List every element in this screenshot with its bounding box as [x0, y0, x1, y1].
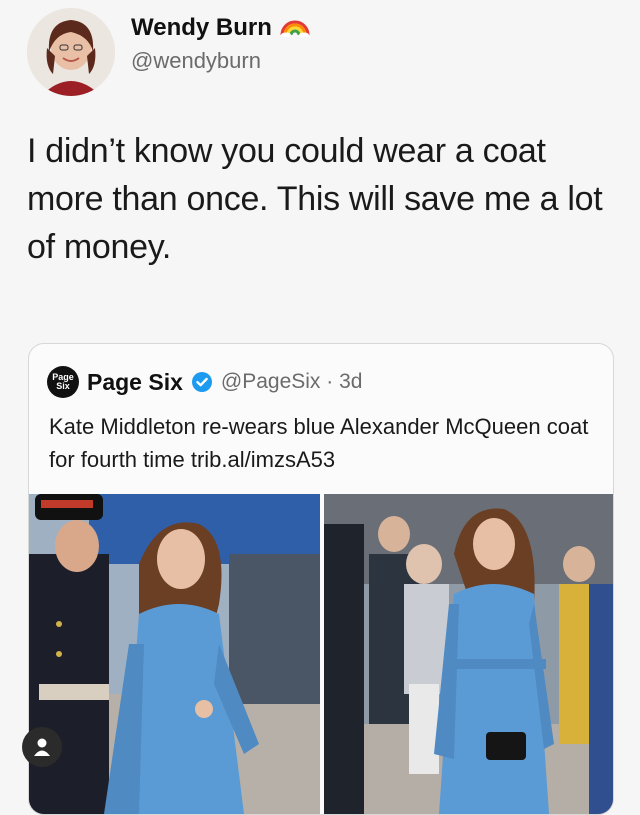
author-name[interactable]: Wendy Burn	[131, 14, 272, 42]
tweet-text: I didn’t know you could wear a coat more…	[27, 132, 603, 266]
quoted-tweet-text: Kate Middleton re-wears blue Alexander M…	[49, 414, 589, 472]
rainbow-emoji	[280, 15, 310, 42]
quoted-tweet-media[interactable]	[29, 494, 613, 814]
logo-text-line2: Six	[56, 381, 70, 391]
photo-right[interactable]	[324, 494, 613, 814]
verified-badge-icon	[191, 372, 212, 392]
quoted-handle-time[interactable]: @PageSix · 3d	[221, 370, 363, 394]
user-icon	[34, 738, 50, 756]
quoted-tweet-card[interactable]: Page Six Page Six @PageSix · 3d Kate Mid…	[28, 343, 614, 815]
quoted-author-name[interactable]: Page Six	[87, 369, 183, 396]
page-six-logo[interactable]: Page Six	[47, 366, 79, 398]
author-handle[interactable]: @wendyburn	[131, 48, 261, 74]
quoted-tweet-header: Page Six Page Six @PageSix · 3d	[47, 366, 362, 398]
photo-left[interactable]	[29, 494, 320, 814]
author-avatar[interactable]	[27, 8, 115, 96]
user-tag-button[interactable]	[22, 727, 62, 767]
author-name-row: Wendy Burn	[131, 14, 310, 42]
